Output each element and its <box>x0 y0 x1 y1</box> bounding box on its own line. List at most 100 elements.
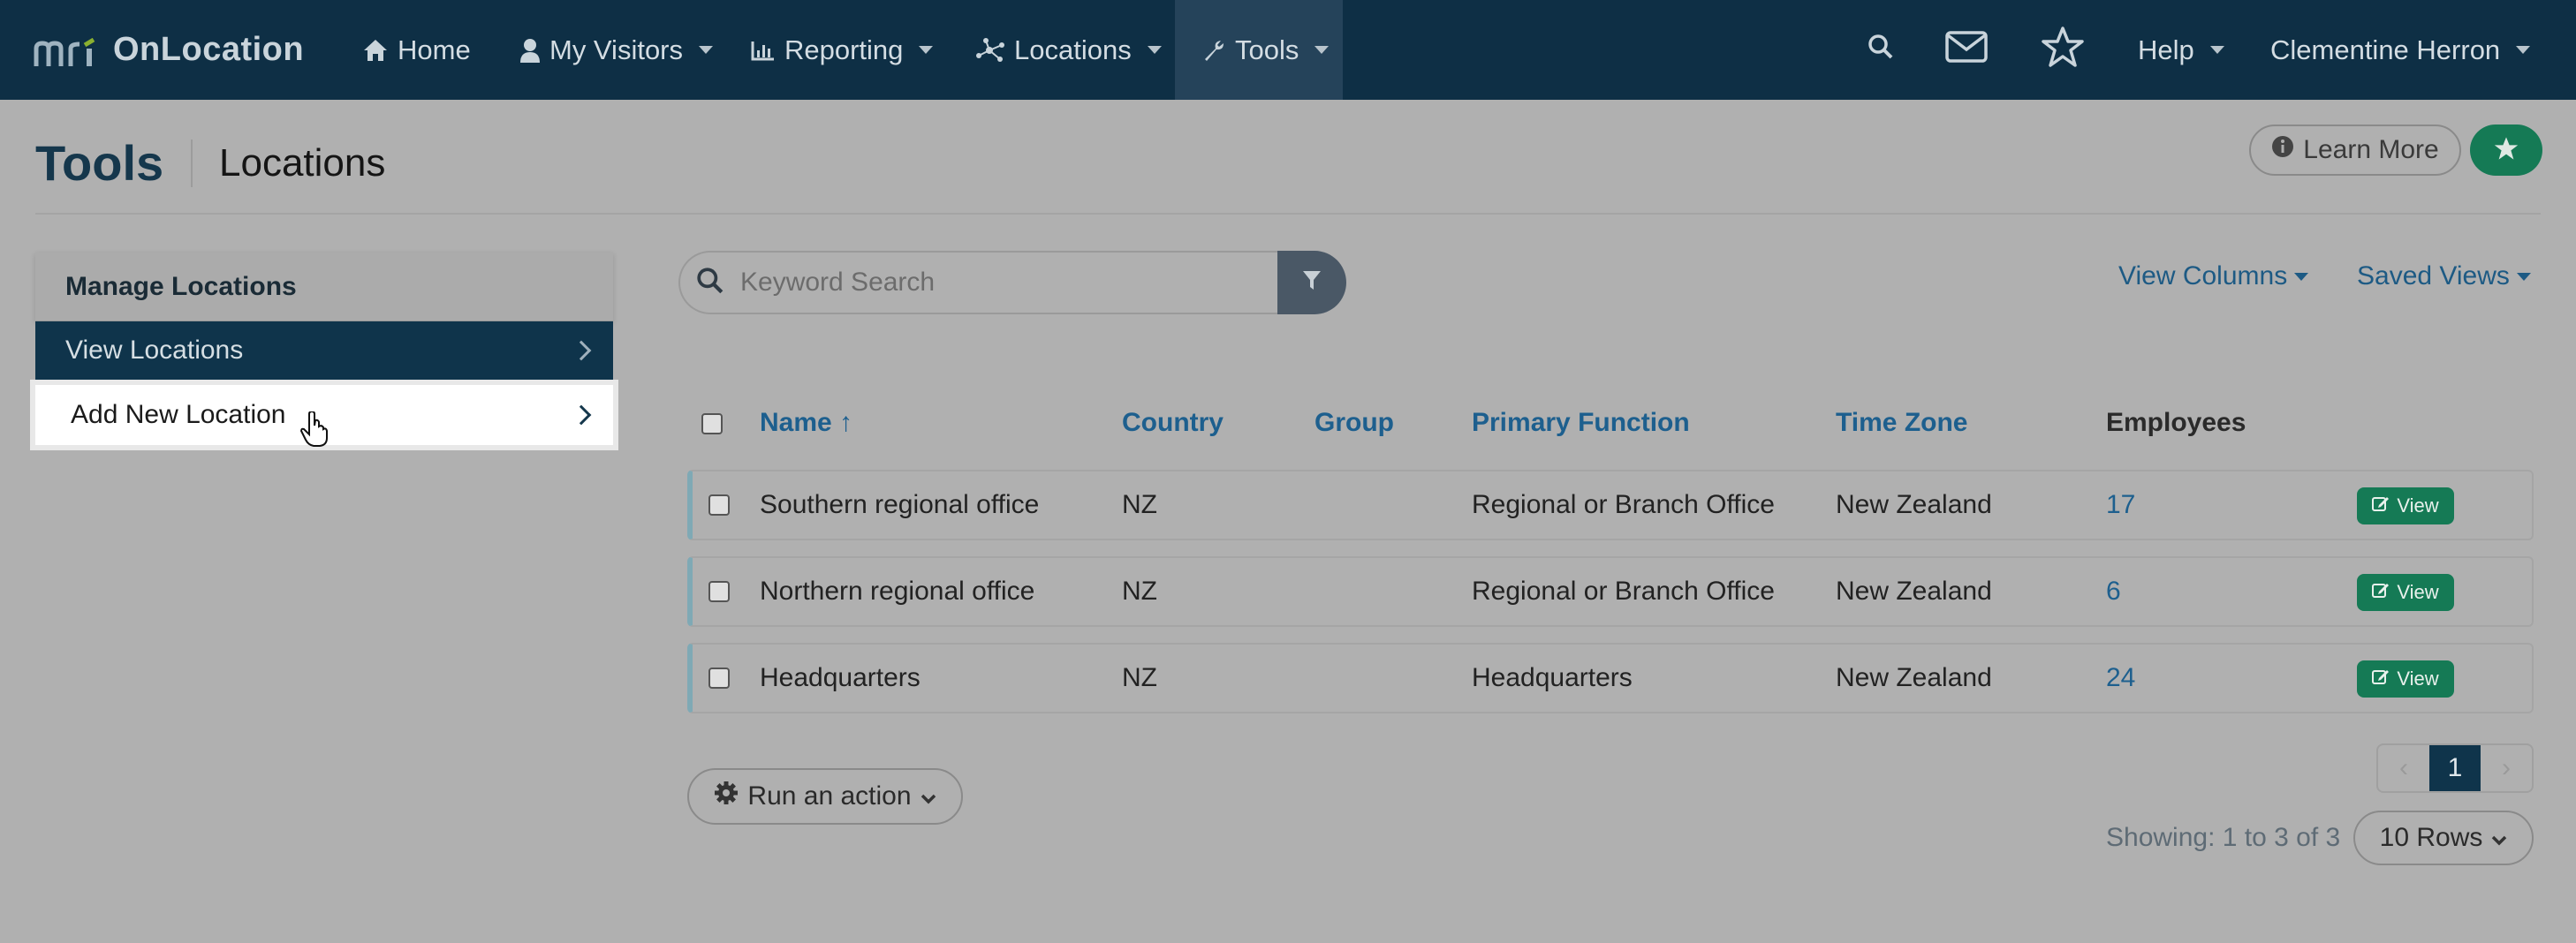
chevron-down-icon <box>2516 46 2531 54</box>
view-button[interactable]: View <box>2357 660 2454 698</box>
favorite-page-button[interactable] <box>2470 124 2542 176</box>
mri-logo <box>34 33 97 68</box>
user-name: Clementine Herron <box>2270 34 2501 65</box>
chevron-down-icon <box>2294 272 2309 281</box>
column-header-group[interactable]: Group <box>1315 408 1394 438</box>
user-menu[interactable]: Clementine Herron <box>2270 0 2531 100</box>
network-icon <box>975 37 1005 63</box>
edit-icon <box>2372 581 2390 604</box>
column-header-country[interactable]: Country <box>1122 408 1224 438</box>
brand[interactable]: OnLocation <box>34 0 304 100</box>
messages-button[interactable] <box>1945 0 1988 100</box>
location-time-zone: New Zealand <box>1836 663 1992 692</box>
rows-per-page-label: 10 Rows <box>2379 823 2483 852</box>
saved-views-label: Saved Views <box>2357 261 2510 290</box>
sidebar-item-view-locations[interactable]: View Locations <box>35 321 613 380</box>
home-icon <box>362 38 389 63</box>
location-country: NZ <box>1122 663 1157 692</box>
column-header-primary-function[interactable]: Primary Function <box>1472 408 1690 438</box>
location-primary-function: Regional or Branch Office <box>1472 490 1775 519</box>
page-subtitle: Locations <box>219 141 386 185</box>
pagination: ‹ 1 › <box>2376 743 2534 793</box>
location-primary-function: Headquarters <box>1472 663 1633 692</box>
star-icon <box>2041 26 2085 75</box>
run-action-label: Run an action <box>747 781 912 811</box>
edit-icon <box>2372 494 2390 517</box>
nav-home-label: Home <box>398 34 471 65</box>
chevron-down-icon <box>699 46 714 54</box>
wrench-icon <box>1201 38 1226 63</box>
chevron-down-icon <box>1315 46 1330 54</box>
chevron-down-icon <box>2516 272 2531 281</box>
view-button[interactable]: View <box>2357 487 2454 524</box>
view-columns-dropdown[interactable]: View Columns <box>2118 261 2309 291</box>
help-menu[interactable]: Help <box>2138 0 2224 100</box>
run-action-button[interactable]: Run an action <box>687 768 963 825</box>
filter-icon <box>1302 270 1322 296</box>
previous-page-button[interactable]: ‹ <box>2378 745 2429 791</box>
filter-button[interactable] <box>1277 251 1346 314</box>
chevron-right-icon <box>571 340 592 361</box>
nav-tools-label: Tools <box>1235 34 1299 65</box>
next-page-button[interactable]: › <box>2481 745 2532 791</box>
location-time-zone: New Zealand <box>1836 577 1992 606</box>
search-icon <box>1868 34 1894 67</box>
view-button[interactable]: View <box>2357 574 2454 611</box>
nav-locations[interactable]: Locations <box>975 0 1162 100</box>
row-checkbox[interactable] <box>708 581 730 602</box>
star-icon <box>2493 135 2519 166</box>
location-time-zone: New Zealand <box>1836 490 1992 519</box>
view-columns-label: View Columns <box>2118 261 2288 290</box>
top-navbar: OnLocation Home My Visitors Reporting Lo… <box>0 0 2576 100</box>
learn-more-label: Learn More <box>2303 135 2439 164</box>
view-label: View <box>2397 494 2439 517</box>
saved-views-dropdown[interactable]: Saved Views <box>2357 261 2531 291</box>
page-title: Tools <box>35 135 164 191</box>
chevron-down-icon <box>919 46 934 54</box>
table-row: Southern regional office NZ Regional or … <box>687 470 2534 540</box>
page-1-button[interactable]: 1 <box>2429 745 2481 791</box>
location-name: Headquarters <box>760 663 921 692</box>
envelope-icon <box>1945 30 1988 70</box>
favorites-button[interactable] <box>2041 0 2085 100</box>
row-checkbox[interactable] <box>708 668 730 689</box>
search-input[interactable] <box>740 268 1235 298</box>
learn-more-button[interactable]: Learn More <box>2249 124 2461 176</box>
chevron-down-icon <box>1147 46 1162 54</box>
column-header-employees: Employees <box>2106 408 2246 437</box>
nav-tools[interactable]: Tools <box>1175 0 1343 100</box>
bar-chart-icon <box>751 40 776 61</box>
showing-count: Showing: 1 to 3 of 3 <box>2106 823 2341 852</box>
nav-my-visitors-label: My Visitors <box>549 34 684 65</box>
help-label: Help <box>2138 34 2194 65</box>
select-all-checkbox[interactable] <box>701 413 723 434</box>
nav-home[interactable]: Home <box>362 0 471 100</box>
info-icon <box>2271 135 2294 165</box>
brand-name: OnLocation <box>113 31 305 68</box>
keyword-search <box>678 251 1279 314</box>
header-divider <box>35 213 2541 215</box>
nav-my-visitors[interactable]: My Visitors <box>519 0 714 100</box>
title-divider <box>191 140 193 187</box>
employees-count-link[interactable]: 24 <box>2106 645 2135 712</box>
gear-icon <box>714 781 739 812</box>
column-header-name[interactable]: Name ↑ <box>760 408 852 438</box>
table-row: Headquarters NZ Headquarters New Zealand… <box>687 643 2534 713</box>
nav-reporting[interactable]: Reporting <box>751 0 934 100</box>
employees-count-link[interactable]: 6 <box>2106 558 2121 625</box>
view-label: View <box>2397 668 2439 690</box>
search-button[interactable] <box>1868 0 1894 100</box>
location-name: Southern regional office <box>760 490 1040 519</box>
location-country: NZ <box>1122 490 1157 519</box>
nav-reporting-label: Reporting <box>784 34 904 65</box>
user-icon <box>519 38 541 63</box>
employees-count-link[interactable]: 17 <box>2106 472 2135 539</box>
sidebar-heading: Manage Locations <box>35 253 613 321</box>
sidebar-item-label: View Locations <box>65 336 244 365</box>
chevron-down-icon <box>921 781 936 811</box>
column-header-time-zone[interactable]: Time Zone <box>1836 408 1967 438</box>
rows-per-page-dropdown[interactable]: 10 Rows <box>2353 811 2534 865</box>
chevron-down-icon <box>2491 823 2507 853</box>
row-checkbox[interactable] <box>708 494 730 516</box>
hand-cursor-icon <box>299 410 330 451</box>
